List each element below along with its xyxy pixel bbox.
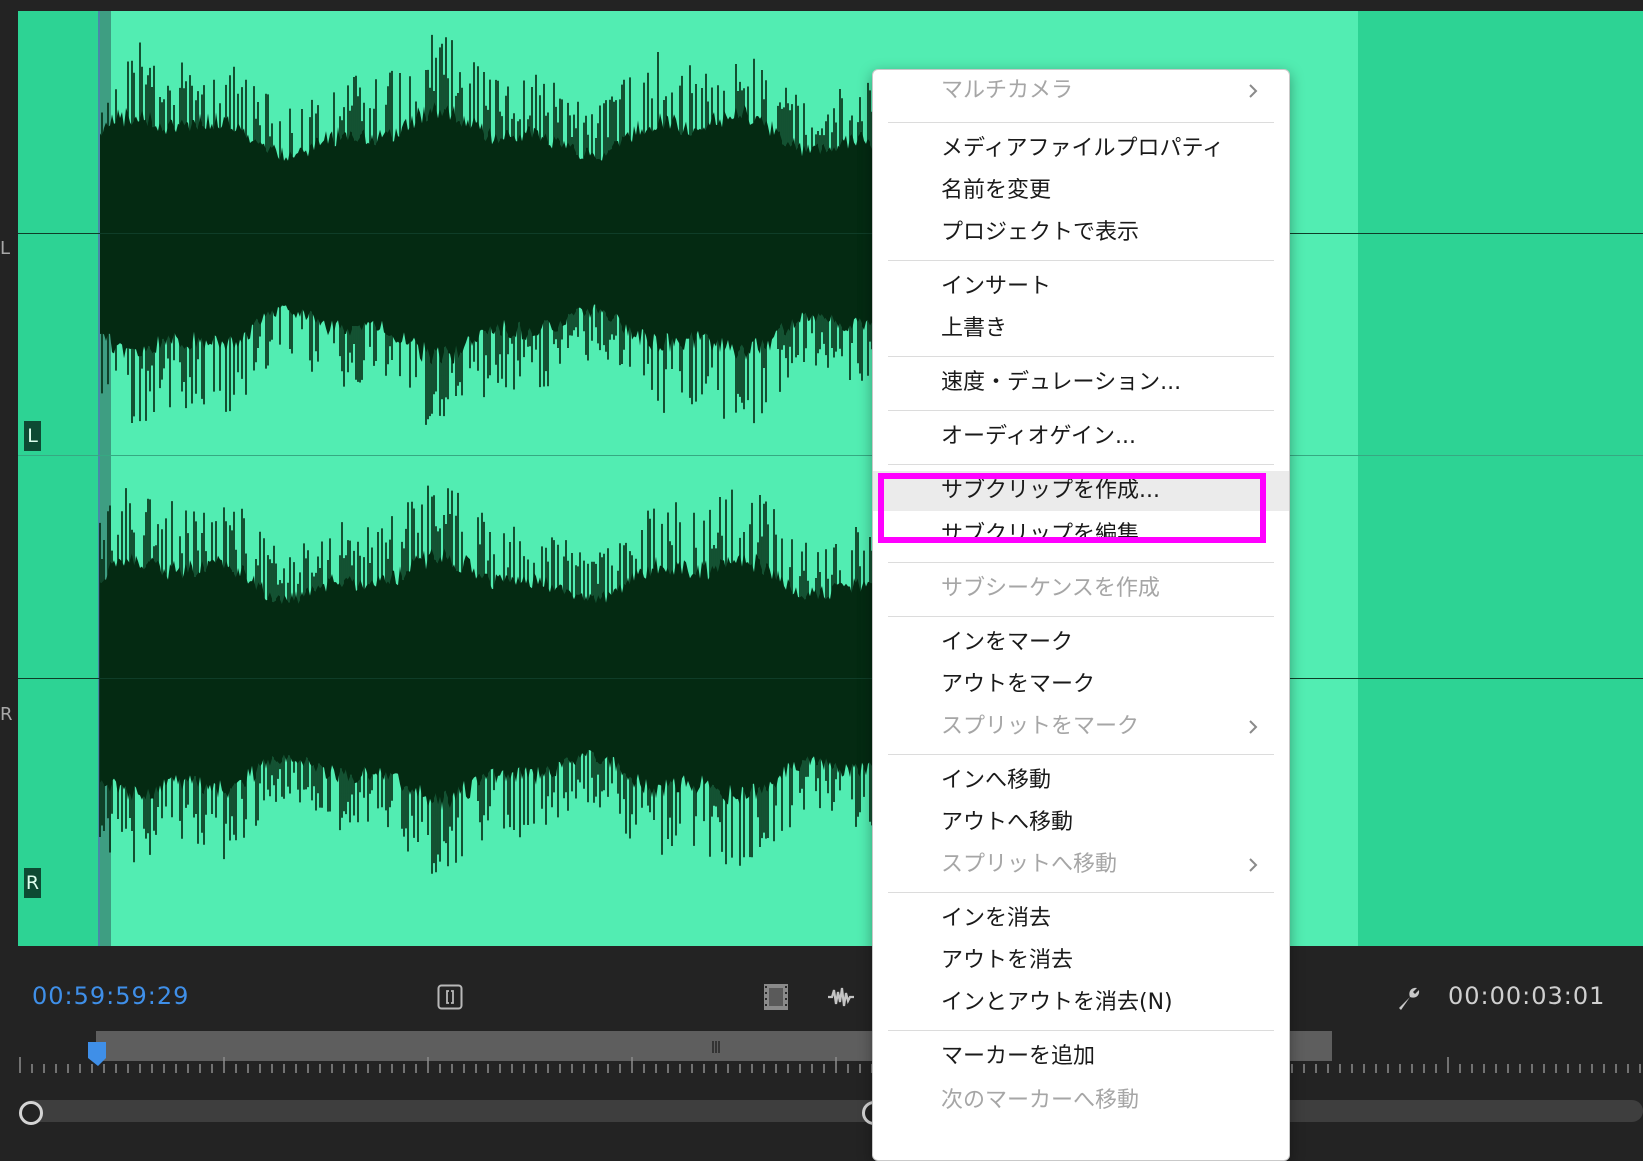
side-label-left: L bbox=[0, 238, 11, 259]
audio-waveform-panel[interactable]: L R bbox=[18, 11, 1643, 946]
film-strip-icon[interactable] bbox=[763, 983, 789, 1011]
menu-item-label: アウトをマーク bbox=[941, 672, 1096, 697]
menu-item-label: 次のマーカーへ移動 bbox=[941, 1088, 1140, 1113]
menu-item[interactable]: インサート bbox=[873, 267, 1289, 307]
menu-item-label: メディアファイルプロパティ bbox=[941, 136, 1225, 161]
menu-item[interactable]: インをマーク bbox=[873, 623, 1289, 663]
menu-separator bbox=[888, 260, 1274, 261]
menu-item-label: オーディオゲイン... bbox=[941, 424, 1137, 449]
menu-item-label: 名前を変更 bbox=[941, 178, 1052, 203]
playhead-timecode[interactable]: 00:59:59:29 bbox=[32, 982, 189, 1010]
menu-item[interactable]: アウトをマーク bbox=[873, 665, 1289, 705]
channel-tag-right: R bbox=[24, 868, 41, 898]
annotation-highlight-box bbox=[878, 473, 1266, 543]
context-menu[interactable]: マルチカメラメディアファイルプロパティ 名前を変更プロジェクトで表示 インサート上書… bbox=[872, 69, 1290, 1161]
duration-timecode: 00:00:03:01 bbox=[1448, 982, 1606, 1010]
menu-item-label: インサート bbox=[941, 274, 1052, 299]
menu-separator bbox=[888, 1030, 1274, 1031]
menu-separator bbox=[888, 356, 1274, 357]
chevron-right-icon bbox=[1249, 84, 1258, 98]
menu-item-label: 上書き bbox=[941, 316, 1008, 341]
menu-item[interactable]: インとアウトを消去(N) bbox=[873, 983, 1289, 1023]
menu-item[interactable]: 名前を変更 bbox=[873, 171, 1289, 211]
menu-item-label: マルチカメラ bbox=[941, 78, 1074, 103]
menu-item[interactable]: プロジェクトで表示 bbox=[873, 213, 1289, 253]
zoom-scrollbar[interactable] bbox=[22, 1100, 1643, 1122]
menu-item-label: アウトを消去 bbox=[941, 948, 1074, 973]
playhead-marker-icon[interactable] bbox=[86, 1040, 116, 1070]
menu-item-label: 速度・デュレーション... bbox=[941, 370, 1182, 395]
menu-item[interactable]: サブシーケンスを作成 bbox=[873, 569, 1289, 609]
zoom-handle-left[interactable] bbox=[19, 1101, 43, 1125]
side-label-right: R bbox=[0, 704, 13, 725]
range-grip-icon[interactable] bbox=[710, 1041, 722, 1053]
menu-item-label: サブシーケンスを作成 bbox=[941, 576, 1160, 601]
menu-separator bbox=[888, 616, 1274, 617]
menu-separator bbox=[888, 122, 1274, 123]
menu-item-label: インをマーク bbox=[941, 630, 1074, 655]
menu-item[interactable]: アウトへ移動 bbox=[873, 803, 1289, 843]
menu-item[interactable]: インを消去 bbox=[873, 899, 1289, 939]
menu-item-label: スプリットをマーク bbox=[941, 714, 1140, 739]
channel-divider bbox=[18, 455, 1643, 456]
menu-item[interactable]: 速度・デュレーション... bbox=[873, 363, 1289, 403]
left-channel-centerline bbox=[18, 233, 1643, 234]
menu-separator bbox=[888, 754, 1274, 755]
menu-item[interactable]: マーカーを追加 bbox=[873, 1037, 1289, 1077]
menu-separator bbox=[888, 464, 1274, 465]
menu-item[interactable]: マルチカメラ bbox=[873, 71, 1289, 111]
menu-item-label: インとアウトを消去(N) bbox=[941, 990, 1173, 1015]
menu-item-label: インへ移動 bbox=[941, 768, 1052, 793]
channel-tag-left: L bbox=[24, 421, 41, 451]
menu-item-label: プロジェクトで表示 bbox=[941, 220, 1140, 245]
wrench-icon[interactable] bbox=[1395, 984, 1423, 1012]
time-ruler[interactable] bbox=[18, 1055, 1643, 1075]
menu-item[interactable]: アウトを消去 bbox=[873, 941, 1289, 981]
menu-item-label: インを消去 bbox=[941, 906, 1052, 931]
menu-item[interactable]: メディアファイルプロパティ bbox=[873, 129, 1289, 169]
chevron-right-icon bbox=[1249, 720, 1258, 734]
menu-item[interactable]: スプリットをマーク bbox=[873, 707, 1289, 747]
menu-item[interactable]: スプリットへ移動 bbox=[873, 845, 1289, 885]
menu-separator bbox=[888, 562, 1274, 563]
chevron-right-icon bbox=[1249, 858, 1258, 872]
waveform-graph bbox=[99, 34, 880, 874]
menu-separator bbox=[888, 410, 1274, 411]
waveform-icon[interactable] bbox=[826, 984, 856, 1010]
menu-item[interactable]: 次のマーカーへ移動 bbox=[873, 1081, 1289, 1121]
in-out-bracket-icon[interactable] bbox=[437, 984, 463, 1010]
menu-item-label: スプリットへ移動 bbox=[941, 852, 1118, 877]
menu-separator bbox=[888, 892, 1274, 893]
menu-item-label: マーカーを追加 bbox=[941, 1044, 1096, 1069]
menu-item[interactable]: 上書き bbox=[873, 309, 1289, 349]
right-channel-centerline bbox=[18, 678, 1643, 679]
menu-item[interactable]: オーディオゲイン... bbox=[873, 417, 1289, 457]
menu-item-label: アウトへ移動 bbox=[941, 810, 1074, 835]
menu-item[interactable]: インへ移動 bbox=[873, 761, 1289, 801]
